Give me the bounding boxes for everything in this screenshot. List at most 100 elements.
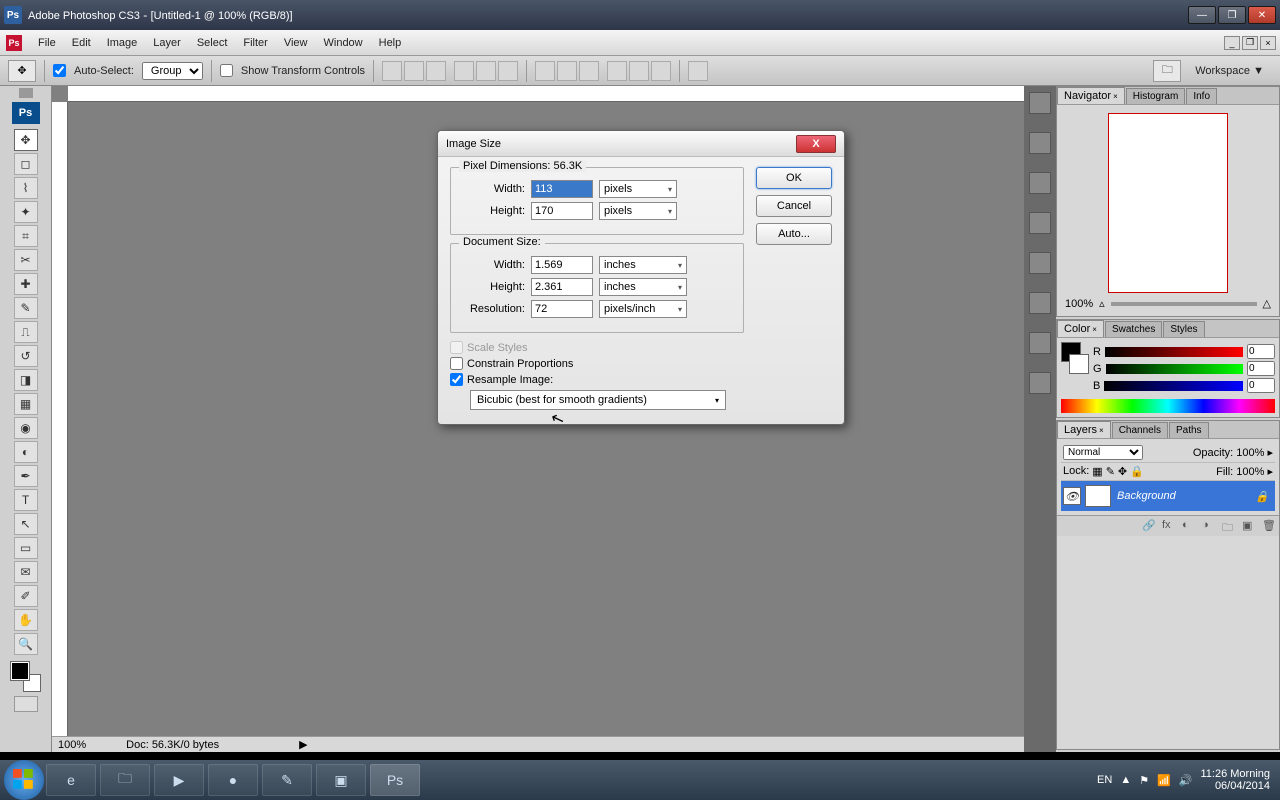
fx-icon[interactable]: fx — [1162, 519, 1176, 533]
px-width-input[interactable] — [531, 180, 593, 198]
folder-icon[interactable]: 🗀 — [1222, 519, 1236, 533]
taskbar-wmp[interactable]: ▶ — [154, 764, 204, 796]
lasso-tool[interactable]: ⌇ — [14, 177, 38, 199]
g-slider[interactable] — [1106, 364, 1243, 374]
ps-menu-icon[interactable]: Ps — [6, 35, 22, 51]
lock-all-icon[interactable]: 🔒 — [1130, 465, 1144, 478]
px-height-input[interactable] — [531, 202, 593, 220]
align-icon[interactable] — [404, 61, 424, 81]
taskbar-app[interactable]: ✎ — [262, 764, 312, 796]
close-button[interactable]: ✕ — [1248, 6, 1276, 24]
slice-tool[interactable]: ✂ — [14, 249, 38, 271]
auto-select-checkbox[interactable] — [53, 64, 66, 77]
doc-minimize-button[interactable]: _ — [1224, 36, 1240, 50]
layer-name[interactable]: Background — [1117, 490, 1176, 502]
r-slider[interactable] — [1105, 347, 1243, 357]
zoom-level[interactable]: 100% — [58, 739, 86, 751]
nav-zoom-value[interactable]: 100% — [1065, 298, 1093, 310]
distribute-icon[interactable] — [535, 61, 555, 81]
align-icon[interactable] — [382, 61, 402, 81]
shape-tool[interactable]: ▭ — [14, 537, 38, 559]
doc-close-button[interactable]: × — [1260, 36, 1276, 50]
move-tool[interactable]: ✥ — [14, 129, 38, 151]
resample-method-dropdown[interactable]: Bicubic (best for smooth gradients) — [470, 390, 726, 410]
tab-histogram[interactable]: Histogram — [1126, 88, 1186, 104]
menu-filter[interactable]: Filter — [235, 34, 275, 52]
fg-color-swatch[interactable] — [11, 662, 29, 680]
align-icon[interactable] — [476, 61, 496, 81]
blend-mode-dropdown[interactable]: Normal — [1063, 445, 1143, 460]
doc-width-input[interactable] — [531, 256, 593, 274]
taskbar-explorer[interactable]: 🗀 — [100, 764, 150, 796]
menu-view[interactable]: View — [276, 34, 316, 52]
zoom-out-icon[interactable]: ▵ — [1099, 297, 1105, 310]
notes-tool[interactable]: ✉ — [14, 561, 38, 583]
align-icon[interactable] — [426, 61, 446, 81]
status-arrow-icon[interactable]: ▶ — [299, 738, 307, 751]
dock-icon[interactable] — [1029, 132, 1051, 154]
zoom-tool[interactable]: 🔍 — [14, 633, 38, 655]
zoom-in-icon[interactable]: △ — [1263, 297, 1271, 310]
doc-width-unit-dropdown[interactable]: inches — [599, 256, 687, 274]
path-tool[interactable]: ↖ — [14, 513, 38, 535]
mask-icon[interactable]: ◐ — [1182, 519, 1196, 533]
fill-value[interactable]: 100% — [1236, 466, 1264, 478]
action-center-icon[interactable]: ⚑ — [1139, 774, 1149, 787]
doc-restore-button[interactable]: ❐ — [1242, 36, 1258, 50]
layer-thumbnail[interactable] — [1085, 485, 1111, 507]
volume-icon[interactable]: 🔊 — [1179, 774, 1193, 787]
constrain-checkbox[interactable] — [450, 357, 463, 370]
hand-tool[interactable]: ✋ — [14, 609, 38, 631]
type-tool[interactable]: T — [14, 489, 38, 511]
taskbar-ie[interactable]: e — [46, 764, 96, 796]
menu-window[interactable]: Window — [316, 34, 371, 52]
align-icon[interactable] — [454, 61, 474, 81]
taskbar-app[interactable]: ▣ — [316, 764, 366, 796]
resolution-input[interactable] — [531, 300, 593, 318]
auto-button[interactable]: Auto... — [756, 223, 832, 245]
tab-paths[interactable]: Paths — [1169, 422, 1209, 438]
gradient-tool[interactable]: ▦ — [14, 393, 38, 415]
eyedropper-tool[interactable]: ✐ — [14, 585, 38, 607]
dock-icon[interactable] — [1029, 92, 1051, 114]
dock-icon[interactable] — [1029, 172, 1051, 194]
tab-channels[interactable]: Channels — [1112, 422, 1168, 438]
clock[interactable]: 11:26 Morning 06/04/2014 — [1200, 768, 1270, 792]
dock-icon[interactable] — [1029, 332, 1051, 354]
cancel-button[interactable]: Cancel — [756, 195, 832, 217]
lock-paint-icon[interactable]: ✎ — [1106, 465, 1115, 478]
pen-tool[interactable]: ✒ — [14, 465, 38, 487]
toolbox-grip[interactable] — [19, 88, 33, 98]
distribute-icon[interactable] — [651, 61, 671, 81]
menu-file[interactable]: File — [30, 34, 64, 52]
b-slider[interactable] — [1104, 381, 1243, 391]
lock-trans-icon[interactable]: ▦ — [1092, 465, 1102, 478]
eraser-tool[interactable]: ◨ — [14, 369, 38, 391]
g-input[interactable] — [1247, 361, 1275, 376]
menu-edit[interactable]: Edit — [64, 34, 99, 52]
tab-styles[interactable]: Styles — [1163, 321, 1204, 337]
tab-swatches[interactable]: Swatches — [1105, 321, 1162, 337]
trash-icon[interactable]: 🗑 — [1262, 519, 1276, 533]
blur-tool[interactable]: ◉ — [14, 417, 38, 439]
workspace-dropdown[interactable]: Workspace ▼ — [1187, 63, 1272, 79]
resample-checkbox[interactable] — [450, 373, 463, 386]
dock-icon[interactable] — [1029, 212, 1051, 234]
lang-indicator[interactable]: EN — [1097, 774, 1112, 786]
color-spectrum[interactable] — [1061, 399, 1275, 413]
dock-icon[interactable] — [1029, 252, 1051, 274]
distribute-icon[interactable] — [607, 61, 627, 81]
doc-size-info[interactable]: Doc: 56.3K/0 bytes — [126, 739, 219, 751]
minimize-button[interactable]: — — [1188, 6, 1216, 24]
dialog-close-button[interactable]: X — [796, 135, 836, 153]
stamp-tool[interactable]: ⎍ — [14, 321, 38, 343]
dialog-titlebar[interactable]: Image Size X — [438, 131, 844, 157]
dock-icon[interactable] — [1029, 292, 1051, 314]
menu-help[interactable]: Help — [371, 34, 410, 52]
taskbar-photoshop[interactable]: Ps — [370, 764, 420, 796]
b-input[interactable] — [1247, 378, 1275, 393]
px-width-unit-dropdown[interactable]: pixels — [599, 180, 677, 198]
brush-tool[interactable]: ✎ — [14, 297, 38, 319]
menu-layer[interactable]: Layer — [145, 34, 189, 52]
start-button[interactable] — [4, 760, 44, 800]
